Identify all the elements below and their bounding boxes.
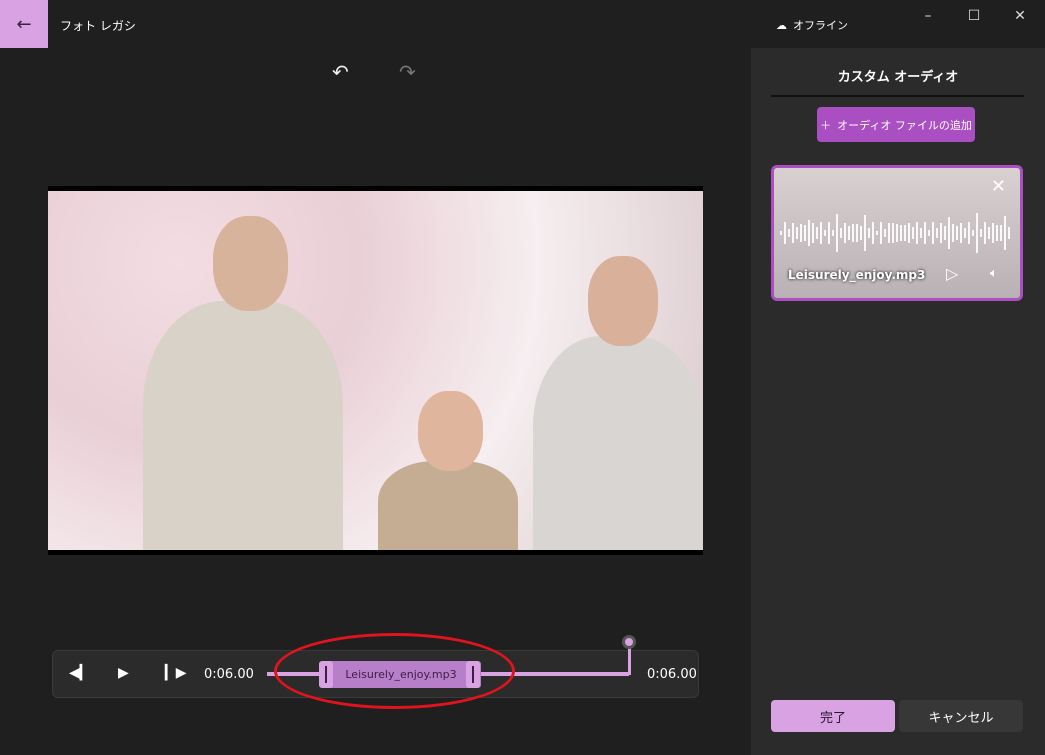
- waveform-bar: [984, 222, 986, 244]
- waveform-bar: [808, 219, 810, 247]
- waveform-bar: [872, 222, 874, 244]
- waveform-bar: [1004, 216, 1006, 250]
- waveform-bar: [996, 225, 998, 241]
- waveform-bar: [784, 222, 786, 244]
- waveform-bar: [824, 229, 826, 237]
- waveform-bar: [968, 222, 970, 244]
- waveform-bar: [932, 222, 934, 244]
- audio-card[interactable]: ✕ Leisurely_enjoy.mp3 ▷ 🔈︎: [771, 165, 1023, 301]
- waveform-bar: [964, 228, 966, 238]
- waveform-bar: [1008, 226, 1010, 240]
- waveform-bar: [856, 224, 858, 242]
- waveform-bar: [836, 213, 838, 253]
- offline-label: オフライン: [793, 19, 848, 32]
- done-button[interactable]: 完了: [771, 700, 895, 732]
- app-title: フォト レガシ: [60, 19, 136, 33]
- waveform-bar: [864, 214, 866, 252]
- waveform-bar: [792, 222, 794, 244]
- divider: [771, 95, 1024, 97]
- waveform-bar: [876, 230, 878, 236]
- next-frame-button[interactable]: ▎▶: [165, 665, 187, 681]
- waveform-bar: [852, 224, 854, 242]
- waveform-bar: [860, 226, 862, 240]
- waveform-bar: [976, 213, 978, 253]
- plus-icon: ＋: [820, 118, 832, 132]
- waveform-bar: [804, 224, 806, 242]
- current-time: 0:06.00: [204, 667, 254, 682]
- waveform-bar: [908, 223, 910, 243]
- waveform-bar: [988, 227, 990, 239]
- waveform-bar: [952, 224, 954, 242]
- waveform-bar: [904, 225, 906, 241]
- waveform-bar: [800, 223, 802, 243]
- waveform-bar: [796, 226, 798, 240]
- cancel-button[interactable]: キャンセル: [899, 700, 1023, 732]
- add-audio-label: オーディオ ファイルの追加: [837, 118, 972, 132]
- waveform-bar: [924, 222, 926, 244]
- waveform-bar: [780, 231, 782, 235]
- waveform-bar: [972, 230, 974, 236]
- playhead-handle[interactable]: [622, 635, 636, 649]
- waveform-bar: [828, 222, 830, 244]
- waveform-bar: [896, 223, 898, 243]
- waveform-bar: [920, 227, 922, 239]
- waveform-bar: [960, 222, 962, 244]
- waveform-bar: [928, 230, 930, 236]
- arrow-left-icon: ←: [16, 13, 32, 35]
- play-audio-button[interactable]: ▷: [946, 264, 958, 283]
- waveform-bar: [1000, 224, 1002, 242]
- waveform-bar: [848, 225, 850, 241]
- waveform-bar: [880, 222, 882, 244]
- minimize-button[interactable]: –: [913, 8, 943, 24]
- waveform-bar: [900, 224, 902, 242]
- back-button[interactable]: ←: [0, 0, 48, 48]
- waveform-bar: [884, 229, 886, 237]
- maximize-button[interactable]: ☐: [959, 8, 989, 24]
- waveform-bar: [832, 230, 834, 236]
- waveform-bar: [912, 227, 914, 239]
- undo-button[interactable]: ↶: [332, 60, 349, 84]
- waveform-bar: [948, 217, 950, 249]
- audio-filename: Leisurely_enjoy.mp3: [788, 268, 926, 282]
- waveform-bar: [940, 222, 942, 244]
- waveform-bar: [892, 222, 894, 244]
- waveform-bar: [868, 228, 870, 238]
- cloud-off-icon: ☁: [776, 18, 787, 32]
- redo-button[interactable]: ↷: [399, 60, 416, 84]
- waveform-bar: [980, 229, 982, 237]
- offline-status[interactable]: ☁ オフライン: [776, 17, 848, 33]
- video-preview: [48, 186, 703, 555]
- total-time: 0:06.00: [647, 667, 697, 682]
- waveform-bar: [840, 227, 842, 239]
- close-button[interactable]: ✕: [1005, 8, 1035, 24]
- annotation-ellipse: [274, 633, 515, 709]
- waveform-bar: [888, 222, 890, 244]
- waveform-bar: [936, 228, 938, 238]
- panel-title: カスタム オーディオ: [837, 70, 959, 85]
- waveform-bar: [820, 222, 822, 244]
- waveform-bar: [944, 226, 946, 240]
- add-audio-file-button[interactable]: ＋ オーディオ ファイルの追加: [817, 107, 975, 142]
- waveform-bar: [788, 228, 790, 238]
- waveform-bar: [844, 223, 846, 243]
- waveform-bar: [956, 225, 958, 241]
- waveform-bar: [812, 223, 814, 243]
- waveform-bar: [816, 227, 818, 239]
- waveform-bar: [916, 222, 918, 244]
- previous-frame-button[interactable]: ◀▎: [69, 665, 91, 681]
- preview-image: [48, 191, 703, 550]
- custom-audio-panel: カスタム オーディオ ＋ オーディオ ファイルの追加 ✕ Leisurely_en…: [751, 48, 1045, 755]
- remove-audio-button[interactable]: ✕: [991, 176, 1006, 197]
- play-button[interactable]: ▶: [118, 665, 129, 681]
- waveform-bar: [992, 223, 994, 243]
- volume-icon[interactable]: 🔈︎: [990, 266, 998, 281]
- waveform: [780, 213, 1014, 253]
